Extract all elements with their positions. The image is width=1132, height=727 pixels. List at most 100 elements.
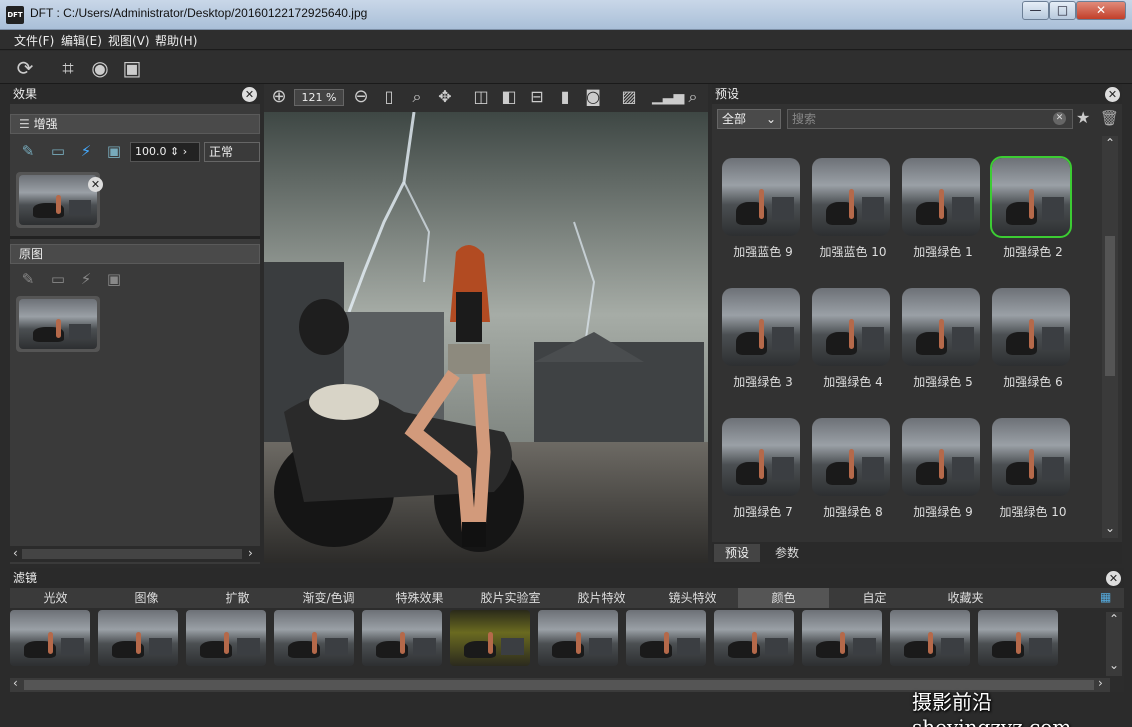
- filter-thumbnail[interactable]: [714, 610, 794, 666]
- filter-thumbnail[interactable]: [626, 610, 706, 666]
- tab-presets[interactable]: 预设: [714, 544, 760, 562]
- filter-vscroll[interactable]: ⌃ ⌄: [1106, 612, 1122, 676]
- chevron-down-icon: ⌄: [765, 112, 776, 126]
- canvas-toolbar: ⊕ 121 % ⊖ ▯ ⌕ ✥ ◫ ◧ ⊟ ▮ ◙ ▨ ▁▃▅ ⌕: [264, 84, 708, 112]
- filter-thumbnail[interactable]: [10, 610, 90, 666]
- app-logo-icon: DFT: [6, 6, 24, 24]
- camera-icon[interactable]: ◙: [580, 84, 606, 110]
- menu-help[interactable]: 帮助(H): [155, 32, 197, 49]
- filter-thumbnail[interactable]: [362, 610, 442, 666]
- preset-item[interactable]: 加强绿色 1: [898, 154, 982, 259]
- minimize-button[interactable]: —: [1022, 1, 1049, 20]
- clear-search-icon[interactable]: ✕: [1053, 112, 1066, 125]
- filter-thumbnail[interactable]: [890, 610, 970, 666]
- original-thumbnail[interactable]: [16, 296, 100, 352]
- preset-grid: 加强蓝色 9 加强蓝色 10 加强绿色 1 加强绿色 2 加强绿色 3 加强绿色 4 加强绿…: [718, 154, 1098, 539]
- preset-thumbnail: [812, 158, 890, 236]
- main-toolbar: ⟳ ⌗ ◉ ▣: [0, 51, 1132, 84]
- layer-list-icon: ☰: [19, 117, 34, 131]
- preset-item[interactable]: 加强蓝色 10: [808, 154, 892, 259]
- preset-item[interactable]: 加强绿色 3: [718, 284, 802, 389]
- preset-thumbnail: [722, 158, 800, 236]
- histogram-icon[interactable]: ▁▃▅: [652, 84, 684, 110]
- fit-screen-icon[interactable]: ▯: [376, 84, 402, 110]
- main-photo[interactable]: [264, 112, 708, 563]
- scroll-thumb[interactable]: [22, 549, 242, 559]
- preset-label: 加强绿色 10: [999, 505, 1067, 519]
- scroll-left-icon[interactable]: ‹: [13, 676, 18, 690]
- preset-item[interactable]: 加强绿色 5: [898, 284, 982, 389]
- filter-thumbnail[interactable]: [186, 610, 266, 666]
- edit-icon[interactable]: ✎: [18, 141, 38, 161]
- scroll-up-icon[interactable]: ⌃: [1109, 612, 1119, 626]
- preset-category-select[interactable]: 全部 ⌄: [717, 109, 781, 129]
- monitor-icon: ▭: [50, 270, 66, 288]
- filter-thumbnail[interactable]: [978, 610, 1058, 666]
- left-hscroll[interactable]: ‹ ›: [10, 546, 260, 562]
- remove-effect-icon[interactable]: ✕: [88, 177, 103, 192]
- lightning-icon: ⚡: [80, 270, 92, 288]
- pan-icon[interactable]: ✥: [432, 84, 458, 110]
- zoom-level[interactable]: 121 %: [294, 89, 344, 106]
- effect-layer-header[interactable]: ☰ 增强: [10, 114, 260, 134]
- preset-item[interactable]: 加强绿色 7: [718, 414, 802, 519]
- filter-thumbnail[interactable]: [98, 610, 178, 666]
- magnifier-icon[interactable]: ⌕: [404, 84, 430, 110]
- grid-view-icon[interactable]: ▦: [1100, 590, 1111, 604]
- mask-icon[interactable]: ▣: [104, 141, 124, 161]
- preset-thumbnail: [722, 288, 800, 366]
- filter-thumbnail[interactable]: [450, 610, 530, 666]
- preset-item[interactable]: 加强绿色 2: [988, 154, 1072, 259]
- preset-thumbnail: [902, 288, 980, 366]
- monitor-icon[interactable]: ▭: [48, 141, 68, 161]
- split-view-icon[interactable]: ◫: [468, 84, 494, 110]
- trash-icon[interactable]: 🗑: [1100, 109, 1119, 127]
- preset-label: 加强绿色 6: [1003, 375, 1063, 389]
- close-effects-icon[interactable]: ✕: [242, 87, 257, 102]
- fit-icon[interactable]: ▣: [119, 55, 145, 81]
- maximize-button[interactable]: □: [1049, 1, 1076, 20]
- image-icon[interactable]: ▨: [616, 84, 642, 110]
- rotate-icon[interactable]: ◉: [87, 55, 113, 81]
- edit-icon: ✎: [21, 270, 35, 288]
- blend-mode-select[interactable]: 正常: [204, 142, 260, 162]
- scroll-thumb[interactable]: [1105, 236, 1115, 376]
- zoom-search-icon[interactable]: ⌕: [680, 84, 706, 110]
- effect-thumbnail[interactable]: ✕: [16, 172, 103, 228]
- refresh-icon[interactable]: ⟳: [12, 55, 38, 81]
- horizontal-split-icon[interactable]: ⊟: [524, 84, 550, 110]
- single-view-icon[interactable]: ▮: [552, 84, 578, 110]
- star-icon[interactable]: ★: [1076, 108, 1090, 127]
- scroll-down-icon[interactable]: ⌄: [1105, 521, 1115, 535]
- menu-view[interactable]: 视图(V): [108, 32, 150, 49]
- preset-scrollbar[interactable]: ⌃ ⌄: [1102, 136, 1118, 538]
- menu-edit[interactable]: 编辑(E): [61, 32, 102, 49]
- scroll-right-icon[interactable]: ›: [248, 546, 253, 560]
- tab-params[interactable]: 参数: [764, 544, 810, 562]
- preset-item[interactable]: 加强绿色 9: [898, 414, 982, 519]
- preset-item[interactable]: 加强绿色 4: [808, 284, 892, 389]
- zoom-out-icon[interactable]: ⊖: [348, 84, 374, 110]
- crop-icon[interactable]: ⌗: [55, 55, 81, 81]
- lightning-icon[interactable]: ⚡: [76, 141, 96, 161]
- scroll-up-icon[interactable]: ⌃: [1105, 136, 1115, 150]
- opacity-stepper[interactable]: 100.0 ⇕ ›: [130, 142, 200, 162]
- filter-thumbnail[interactable]: [802, 610, 882, 666]
- filter-thumbnail[interactable]: [538, 610, 618, 666]
- scroll-left-icon[interactable]: ‹: [13, 546, 18, 560]
- preset-item[interactable]: 加强蓝色 9: [718, 154, 802, 259]
- close-window-button[interactable]: ✕: [1076, 1, 1126, 20]
- close-filters-icon[interactable]: ✕: [1106, 571, 1121, 586]
- menu-file[interactable]: 文件(F): [14, 32, 54, 49]
- scroll-down-icon[interactable]: ⌄: [1109, 658, 1119, 672]
- filter-thumbnail[interactable]: [274, 610, 354, 666]
- preset-item[interactable]: 加强绿色 10: [988, 414, 1072, 519]
- original-header[interactable]: 原图: [10, 244, 260, 264]
- compare-icon[interactable]: ◧: [496, 84, 522, 110]
- preset-search-input[interactable]: 搜索 ✕: [787, 109, 1073, 129]
- close-presets-icon[interactable]: ✕: [1105, 87, 1120, 102]
- preset-thumbnail: [812, 418, 890, 496]
- zoom-in-icon[interactable]: ⊕: [266, 84, 292, 110]
- preset-item[interactable]: 加强绿色 8: [808, 414, 892, 519]
- preset-item[interactable]: 加强绿色 6: [988, 284, 1072, 389]
